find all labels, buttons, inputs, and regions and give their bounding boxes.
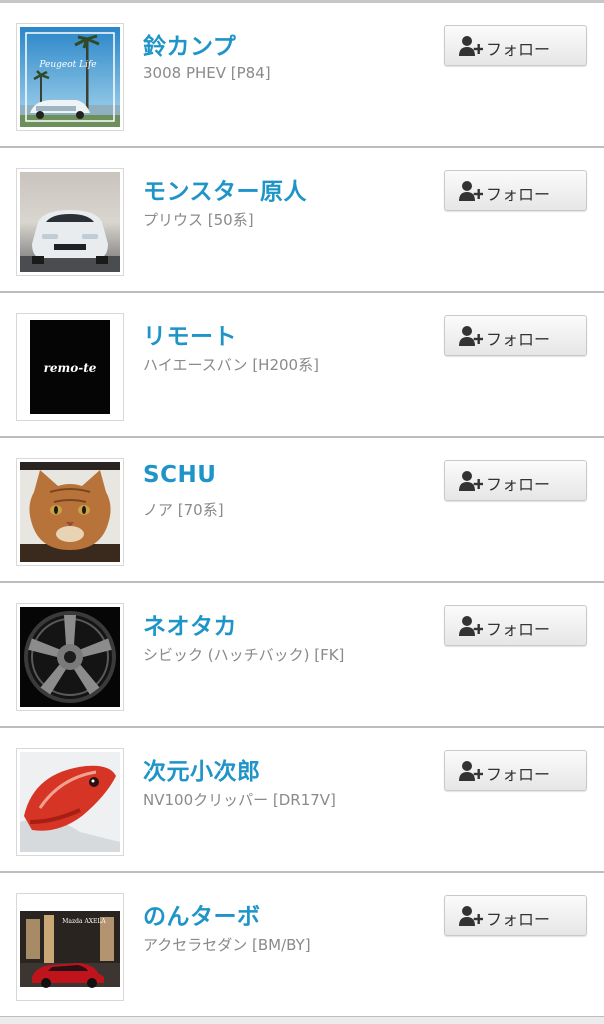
username-link[interactable]: SCHU: [143, 462, 216, 488]
avatar-caption: remo-te: [44, 361, 97, 375]
car-model[interactable]: シビック (ハッチバック) [FK]: [143, 644, 344, 665]
username-link[interactable]: のんターボ: [143, 897, 261, 931]
follow-button[interactable]: フォロー: [444, 605, 587, 646]
follow-button-label: フォロー: [486, 330, 551, 349]
follow-button[interactable]: フォロー: [444, 750, 587, 791]
follow-button[interactable]: フォロー: [444, 170, 587, 211]
username-link[interactable]: ネオタカ: [143, 607, 237, 641]
username-link[interactable]: 鈴カンプ: [143, 27, 236, 61]
user-add-icon: [459, 36, 483, 56]
avatar[interactable]: [16, 603, 124, 711]
list-item: Mazda AXELA のんターボ アクセラセダン [BM/BY] フォロー: [0, 873, 604, 1018]
car-model[interactable]: プリウス [50系]: [143, 209, 254, 230]
user-add-icon: [459, 326, 483, 346]
follow-button[interactable]: フォロー: [444, 315, 587, 356]
follow-button[interactable]: フォロー: [444, 460, 587, 501]
remo-te-logo-icon: remo-te: [20, 317, 120, 417]
username-link[interactable]: リモート: [143, 317, 237, 351]
follow-button-label: フォロー: [486, 620, 551, 639]
avatar[interactable]: [16, 748, 124, 856]
list-item: 次元小次郎 NV100クリッパー [DR17V] フォロー: [0, 728, 604, 873]
avatar-caption: Mazda AXELA: [62, 918, 106, 925]
cat-photo-icon: [20, 462, 120, 562]
follow-button-label: フォロー: [486, 185, 551, 204]
list-item: remo-te リモート ハイエースバン [H200系] フォロー: [0, 293, 604, 438]
follow-button-label: フォロー: [486, 765, 551, 784]
list-item: SCHU ノア [70系] フォロー: [0, 438, 604, 583]
list-item: モンスター原人 プリウス [50系] フォロー: [0, 148, 604, 293]
avatar[interactable]: Mazda AXELA: [16, 893, 124, 1001]
car-model[interactable]: ハイエースバン [H200系]: [143, 354, 319, 375]
car-at-seaside-photo-icon: Peugeot Life: [20, 27, 120, 127]
avatar[interactable]: [16, 458, 124, 566]
follow-button[interactable]: フォロー: [444, 25, 587, 66]
avatar[interactable]: [16, 168, 124, 276]
user-add-icon: [459, 616, 483, 636]
red-fish-photo-icon: [20, 752, 120, 852]
list-item: ネオタカ シビック (ハッチバック) [FK] フォロー: [0, 583, 604, 728]
follow-button-label: フォロー: [486, 910, 551, 929]
avatar[interactable]: Peugeot Life: [16, 23, 124, 131]
car-model[interactable]: NV100クリッパー [DR17V]: [143, 789, 336, 810]
follow-list: Peugeot Life 鈴カンプ 3008 PHEV [P84] フォロー モ…: [0, 0, 604, 1024]
wheel-rim-photo-icon: [20, 607, 120, 707]
car-model[interactable]: アクセラセダン [BM/BY]: [143, 934, 311, 955]
user-add-icon: [459, 906, 483, 926]
red-car-night-photo-icon: Mazda AXELA: [20, 897, 120, 997]
avatar-caption: Peugeot Life: [38, 60, 96, 70]
follow-button-label: フォロー: [486, 475, 551, 494]
next-item-edge: [0, 1017, 604, 1024]
follow-button[interactable]: フォロー: [444, 895, 587, 936]
car-model[interactable]: 3008 PHEV [P84]: [143, 64, 271, 82]
follow-button-label: フォロー: [486, 40, 551, 59]
avatar[interactable]: remo-te: [16, 313, 124, 421]
user-add-icon: [459, 471, 483, 491]
user-add-icon: [459, 761, 483, 781]
list-item: Peugeot Life 鈴カンプ 3008 PHEV [P84] フォロー: [0, 3, 604, 148]
username-link[interactable]: モンスター原人: [143, 172, 307, 206]
car-model[interactable]: ノア [70系]: [143, 499, 224, 520]
user-add-icon: [459, 181, 483, 201]
username-link[interactable]: 次元小次郎: [143, 752, 261, 786]
white-car-front-photo-icon: [20, 172, 120, 272]
